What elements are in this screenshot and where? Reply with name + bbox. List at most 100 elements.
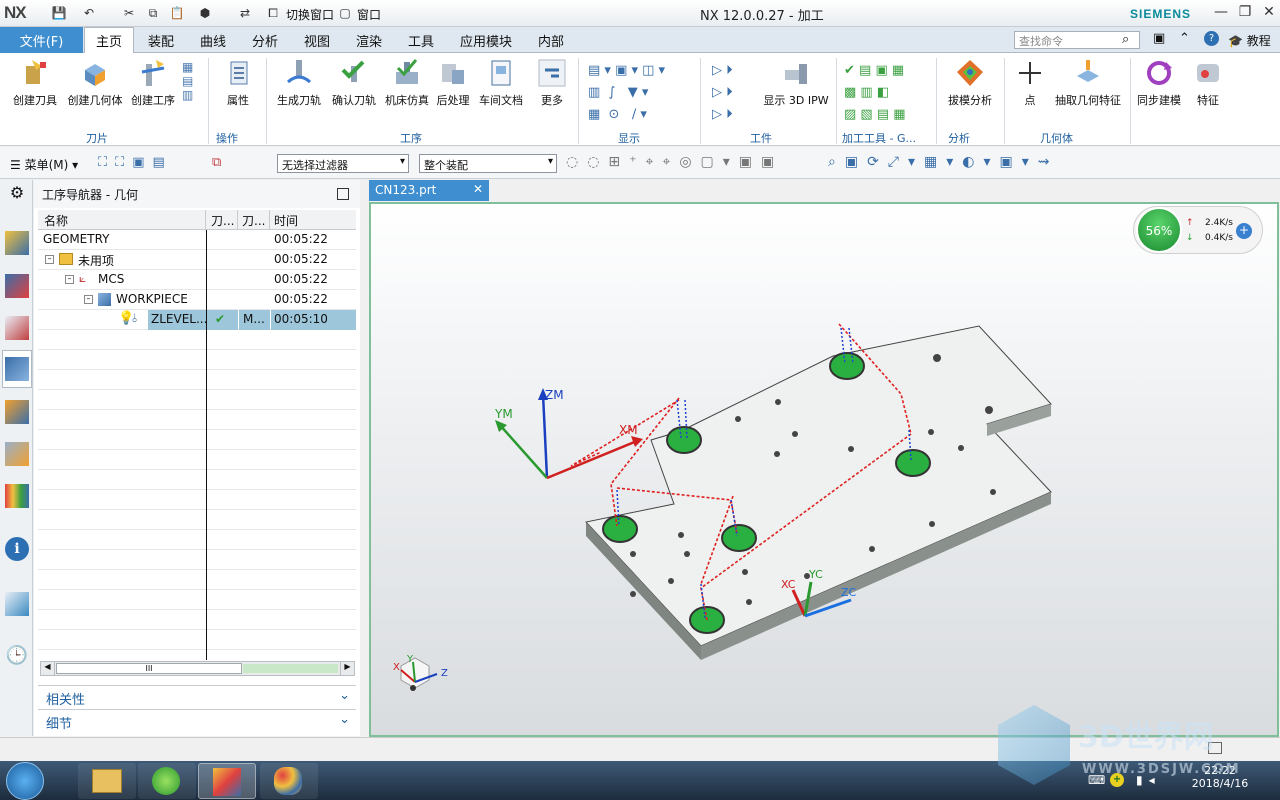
- tab-curve[interactable]: 曲线: [190, 27, 236, 53]
- column-tool[interactable]: 刀...: [238, 210, 270, 230]
- scope-select[interactable]: 整个装配: [419, 154, 557, 173]
- constraint-navigator-icon[interactable]: [5, 274, 29, 298]
- scroll-thumb[interactable]: III: [56, 663, 242, 674]
- collapse-icon[interactable]: –: [84, 295, 93, 304]
- draft-analysis-button[interactable]: 拔模分析: [942, 58, 998, 118]
- restore-button[interactable]: ❐: [1234, 4, 1256, 22]
- scroll-right-icon[interactable]: ▶: [340, 662, 354, 675]
- close-tab-icon[interactable]: ✕: [473, 182, 483, 196]
- nx-taskbar-button[interactable]: [198, 763, 256, 799]
- menu-button[interactable]: ☰ 菜单(M) ▾: [10, 156, 78, 173]
- tab-assembly[interactable]: 装配: [138, 27, 184, 53]
- cut-icon[interactable]: ✂: [120, 4, 138, 22]
- help-icon[interactable]: ?: [1204, 31, 1219, 46]
- dependencies-panel[interactable]: 相关性 ⌄: [38, 685, 356, 708]
- column-name[interactable]: 名称: [40, 210, 206, 230]
- tab-internal[interactable]: 内部: [528, 27, 574, 53]
- switch-window-button[interactable]: 切换窗口: [286, 6, 334, 23]
- switch-window-icon[interactable]: ⧠: [264, 4, 282, 22]
- browser-taskbar-button[interactable]: [138, 763, 196, 799]
- info-icon[interactable]: i: [5, 537, 29, 561]
- tutorial-link[interactable]: 🎓 教程: [1228, 32, 1271, 49]
- create-tool-button[interactable]: 创建刀具: [8, 58, 62, 118]
- tab-tools[interactable]: 工具: [398, 27, 444, 53]
- small-create-icons[interactable]: ▦ ▤ ▥: [182, 60, 193, 102]
- column-toolpath[interactable]: 刀...: [207, 210, 238, 230]
- feature-button[interactable]: 特征: [1188, 58, 1228, 118]
- tab-analysis[interactable]: 分析: [242, 27, 288, 53]
- collapse-icon[interactable]: –: [45, 255, 54, 264]
- paste-icon[interactable]: 📋: [168, 4, 186, 22]
- maximize-panel-icon[interactable]: [337, 188, 349, 200]
- memory-gauge[interactable]: 56%: [1136, 207, 1182, 253]
- part-navigator-icon[interactable]: [5, 316, 29, 340]
- machining-feature-navigator-icon[interactable]: [5, 442, 29, 466]
- collapse-ribbon-icon[interactable]: ⌃: [1179, 31, 1190, 46]
- close-button[interactable]: ✕: [1258, 4, 1280, 22]
- start-button[interactable]: [6, 762, 44, 800]
- horizontal-scrollbar[interactable]: ◀ III ▶: [40, 661, 355, 676]
- minimize-button[interactable]: —: [1210, 4, 1232, 22]
- show-3d-ipw-button[interactable]: 显示 3D IPW: [762, 58, 830, 118]
- operation-navigator-icon[interactable]: [5, 357, 29, 381]
- assembly-navigator-icon[interactable]: [5, 231, 29, 255]
- siemens-logo: SIEMENS: [1130, 7, 1192, 21]
- undo-icon[interactable]: ↶: [80, 4, 98, 22]
- tab-file[interactable]: 文件(F): [0, 27, 83, 53]
- column-time[interactable]: 时间: [270, 210, 356, 230]
- save-icon[interactable]: 💾: [50, 4, 68, 22]
- gear-icon[interactable]: ⚙: [5, 183, 29, 207]
- generate-toolpath-button[interactable]: 生成刀轨: [272, 58, 326, 118]
- table-row[interactable]: GEOMETRY 00:05:22: [38, 230, 356, 250]
- point-button[interactable]: 点: [1014, 58, 1046, 118]
- view-tool-icons[interactable]: ⌕▣⟳⤢▾▦▾◐▾▣▾⇝: [828, 154, 1059, 170]
- copy-icon[interactable]: ⧉: [144, 4, 162, 22]
- tab-render[interactable]: 渲染: [346, 27, 392, 53]
- tab-home[interactable]: 主页: [84, 27, 134, 53]
- collapse-icon[interactable]: –: [65, 275, 74, 284]
- filter-icon[interactable]: ⧉: [212, 155, 221, 170]
- extract-geometry-button[interactable]: 抽取几何特征: [1052, 58, 1124, 118]
- create-operation-button[interactable]: 创建工序: [128, 58, 178, 118]
- chevron-down-icon[interactable]: ⌄: [339, 688, 350, 703]
- explorer-taskbar-button[interactable]: [78, 763, 136, 799]
- machine-tool-navigator-icon[interactable]: [5, 400, 29, 424]
- display-tools[interactable]: ▤ ▾ ▣ ▾ ◫ ▾ ▥ ∫ ▼ ▾ ▦ ⊙ ∕ ▾: [588, 60, 665, 126]
- edit-object-icon[interactable]: ⬢: [196, 4, 214, 22]
- shop-doc-button[interactable]: 车间文档: [476, 58, 526, 118]
- create-geometry-button[interactable]: 创建几何体: [64, 58, 126, 118]
- details-panel[interactable]: 细节 ⌄: [38, 709, 356, 732]
- machine-simulation-button[interactable]: 机床仿真: [382, 58, 432, 118]
- repeat-command-icon[interactable]: ⇄: [236, 4, 254, 22]
- table-row[interactable]: – 未用项 00:05:22: [38, 250, 356, 270]
- paint-taskbar-button[interactable]: [260, 763, 318, 799]
- postprocess-button[interactable]: 后处理: [434, 58, 472, 118]
- history-icon[interactable]: 🕒: [5, 645, 29, 669]
- type-filter-select[interactable]: 无选择过滤器: [277, 154, 409, 173]
- upload-arrow-icon: ↑: [1186, 218, 1194, 228]
- workpiece-tools[interactable]: ▷ ⏵ ▷ ⏵ ▷ ⏵: [712, 60, 733, 126]
- more-button[interactable]: 更多: [532, 58, 572, 118]
- table-row[interactable]: – ⟀ MCS 00:05:22: [38, 270, 356, 290]
- search-icon[interactable]: ⌕: [1122, 32, 1129, 47]
- document-tab[interactable]: CN123.prt ✕: [369, 180, 489, 201]
- part-model-view[interactable]: ZM YM XM XC YC ZC X Y Z: [371, 204, 1277, 735]
- table-row[interactable]: – WORKPIECE 00:05:22: [38, 290, 356, 310]
- reuse-library-icon[interactable]: [5, 484, 29, 508]
- window-layout-icon[interactable]: ▣: [1153, 31, 1165, 46]
- verify-toolpath-button[interactable]: 确认刀轨: [328, 58, 380, 118]
- window-icon[interactable]: ▢: [336, 4, 354, 22]
- chevron-down-icon[interactable]: ⌄: [339, 712, 350, 727]
- scroll-left-icon[interactable]: ◀: [41, 662, 55, 675]
- table-row-selected[interactable]: 💡 ⫰ ZLEVEL... ✔ M... 00:05:10: [38, 310, 356, 330]
- properties-button[interactable]: 属性: [214, 58, 262, 118]
- web-browser-icon[interactable]: [5, 592, 29, 616]
- tab-application[interactable]: 应用模块: [452, 27, 520, 53]
- tab-view[interactable]: 视图: [294, 27, 340, 53]
- add-icon[interactable]: +: [1236, 223, 1252, 239]
- machining-tools[interactable]: ✔ ▤ ▣ ▦ ▩ ▥ ◧ ▨ ▧ ▤ ▦: [844, 60, 906, 126]
- snap-point-icons[interactable]: ◌◌⊞⁺⌖⌖◎▢▾▣▣: [566, 154, 783, 170]
- window-menu[interactable]: 窗口: [357, 6, 381, 23]
- navigator-view-icons[interactable]: ⛶⛶▣▤: [98, 155, 173, 170]
- sync-modeling-button[interactable]: 同步建模: [1134, 58, 1184, 118]
